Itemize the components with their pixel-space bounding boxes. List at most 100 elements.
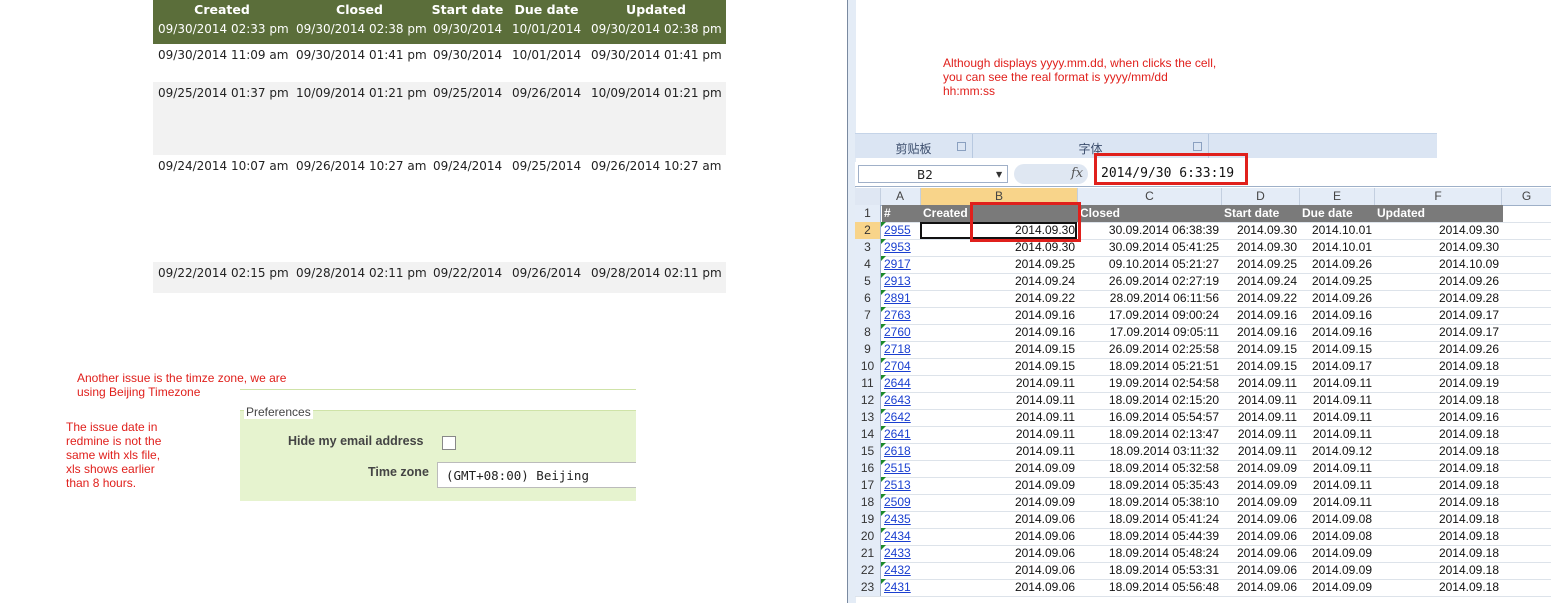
data-cell[interactable]: 18.09.2014 05:21:51 (1078, 358, 1221, 375)
data-cell[interactable]: 2014.09.09 (1222, 494, 1299, 511)
row-header[interactable]: 16 (855, 460, 881, 477)
row-header[interactable]: 13 (855, 409, 881, 426)
data-cell[interactable]: 2014.09.11 (1222, 409, 1299, 426)
data-cell[interactable]: 2014.09.16 (1375, 409, 1501, 426)
table-row[interactable]: 09/22/2014 02:15 pm 09/28/2014 02:11 pm … (153, 262, 726, 293)
row-header[interactable]: 9 (855, 341, 881, 358)
data-cell[interactable]: 2014.09.26 (1300, 256, 1374, 273)
data-cell[interactable]: 2014.09.11 (1300, 409, 1374, 426)
issue-link[interactable]: 2953 (882, 239, 922, 256)
data-cell[interactable]: 2014.09.06 (921, 511, 1077, 528)
data-cell[interactable]: 2014.09.15 (1222, 358, 1299, 375)
data-cell[interactable]: 18.09.2014 05:48:24 (1078, 545, 1221, 562)
data-cell[interactable]: 2014.09.06 (921, 528, 1077, 545)
data-cell[interactable]: 2014.09.11 (1300, 426, 1374, 443)
data-cell[interactable]: 2014.09.11 (1222, 443, 1299, 460)
issue-link[interactable]: 2431 (882, 579, 922, 596)
data-cell[interactable]: 2014.09.11 (921, 443, 1077, 460)
data-cell[interactable]: 2014.09.06 (921, 562, 1077, 579)
data-cell[interactable]: 16.09.2014 05:54:57 (1078, 409, 1221, 426)
row-header[interactable]: 21 (855, 545, 881, 562)
row-header[interactable]: 7 (855, 307, 881, 324)
issue-link[interactable]: 2433 (882, 545, 922, 562)
data-cell[interactable]: 2014.09.24 (921, 273, 1077, 290)
issue-link[interactable]: 2509 (882, 494, 922, 511)
data-cell[interactable]: 2014.09.30 (1375, 239, 1501, 256)
header-cell[interactable]: # (882, 205, 922, 222)
row-header[interactable]: 2 (855, 222, 881, 239)
issue-link[interactable]: 2515 (882, 460, 922, 477)
issue-link[interactable]: 2763 (882, 307, 922, 324)
data-cell[interactable]: 2014.09.26 (1375, 273, 1501, 290)
row-header[interactable]: 11 (855, 375, 881, 392)
data-cell[interactable]: 2014.09.06 (1222, 511, 1299, 528)
row-header[interactable]: 6 (855, 290, 881, 307)
data-cell[interactable]: 2014.09.16 (1300, 324, 1374, 341)
column-header-g[interactable]: G (1502, 188, 1551, 205)
table-row[interactable]: 09/25/2014 01:37 pm 10/09/2014 01:21 pm … (153, 82, 726, 155)
data-cell[interactable]: 18.09.2014 05:38:10 (1078, 494, 1221, 511)
data-cell[interactable]: 2014.09.17 (1375, 307, 1501, 324)
table-row[interactable]: 09/30/2014 11:09 am 09/30/2014 01:41 pm … (153, 44, 726, 82)
column-header-a[interactable]: A (880, 188, 921, 205)
data-cell[interactable]: 2014.09.25 (921, 256, 1077, 273)
row-header[interactable]: 14 (855, 426, 881, 443)
data-cell[interactable]: 2014.09.18 (1375, 511, 1501, 528)
data-cell[interactable]: 2014.09.18 (1375, 426, 1501, 443)
data-cell[interactable]: 2014.09.15 (921, 341, 1077, 358)
dialog-launcher-icon[interactable] (957, 142, 966, 151)
data-cell[interactable]: 2014.09.09 (1222, 477, 1299, 494)
data-cell[interactable]: 09.10.2014 05:21:27 (1078, 256, 1221, 273)
data-cell[interactable]: 2014.09.18 (1375, 528, 1501, 545)
data-cell[interactable]: 2014.09.15 (1222, 341, 1299, 358)
hide-email-checkbox[interactable] (442, 436, 456, 450)
data-cell[interactable]: 2014.09.09 (921, 477, 1077, 494)
data-cell[interactable]: 2014.09.30 (1375, 222, 1501, 239)
column-header-created[interactable]: Created (153, 0, 291, 18)
row-header[interactable]: 1 (855, 205, 881, 222)
column-header-f[interactable]: F (1375, 188, 1502, 205)
header-cell[interactable]: Due date (1300, 205, 1376, 222)
issue-link[interactable]: 2760 (882, 324, 922, 341)
data-cell[interactable]: 18.09.2014 05:53:31 (1078, 562, 1221, 579)
ribbon-group-clipboard[interactable]: 剪贴板 (855, 134, 973, 158)
data-cell[interactable]: 2014.09.30 (1222, 239, 1299, 256)
data-cell[interactable]: 2014.09.25 (1300, 273, 1374, 290)
data-cell[interactable]: 2014.09.11 (1300, 392, 1374, 409)
timezone-select[interactable]: (GMT+08:00) Beijing (437, 462, 636, 488)
data-cell[interactable]: 2014.09.09 (921, 460, 1077, 477)
data-cell[interactable]: 2014.09.15 (921, 358, 1077, 375)
data-cell[interactable]: 2014.09.18 (1375, 358, 1501, 375)
data-cell[interactable]: 2014.09.17 (1375, 324, 1501, 341)
issue-link[interactable]: 2704 (882, 358, 922, 375)
data-cell[interactable]: 18.09.2014 05:35:43 (1078, 477, 1221, 494)
fx-icon[interactable]: fx (1071, 166, 1083, 181)
data-cell[interactable]: 18.09.2014 05:56:48 (1078, 579, 1221, 596)
data-cell[interactable]: 2014.09.18 (1375, 562, 1501, 579)
data-cell[interactable]: 17.09.2014 09:00:24 (1078, 307, 1221, 324)
data-cell[interactable]: 26.09.2014 02:27:19 (1078, 273, 1221, 290)
column-header-e[interactable]: E (1300, 188, 1375, 205)
data-cell[interactable]: 2014.09.26 (1300, 290, 1374, 307)
table-row[interactable]: 09/30/2014 02:33 pm 09/30/2014 02:38 pm … (153, 18, 726, 44)
data-cell[interactable]: 2014.09.11 (921, 392, 1077, 409)
data-cell[interactable]: 2014.09.11 (1300, 477, 1374, 494)
data-cell[interactable]: 2014.09.16 (1300, 307, 1374, 324)
row-header[interactable]: 10 (855, 358, 881, 375)
data-cell[interactable]: 2014.09.09 (1300, 579, 1374, 596)
data-cell[interactable]: 2014.09.11 (1222, 392, 1299, 409)
data-cell[interactable]: 18.09.2014 05:32:58 (1078, 460, 1221, 477)
issue-link[interactable]: 2618 (882, 443, 922, 460)
data-cell[interactable]: 2014.09.11 (921, 426, 1077, 443)
row-header[interactable]: 23 (855, 579, 881, 596)
data-cell[interactable]: 2014.09.06 (1222, 579, 1299, 596)
issue-link[interactable]: 2891 (882, 290, 922, 307)
data-cell[interactable]: 2014.09.18 (1375, 392, 1501, 409)
issue-link[interactable]: 2641 (882, 426, 922, 443)
data-cell[interactable]: 26.09.2014 02:25:58 (1078, 341, 1221, 358)
chevron-down-icon[interactable]: ▼ (996, 170, 1002, 179)
header-cell[interactable]: Start date (1222, 205, 1301, 222)
data-cell[interactable]: 2014.09.16 (1222, 307, 1299, 324)
data-cell[interactable]: 18.09.2014 02:15:20 (1078, 392, 1221, 409)
data-cell[interactable]: 2014.09.11 (1222, 375, 1299, 392)
